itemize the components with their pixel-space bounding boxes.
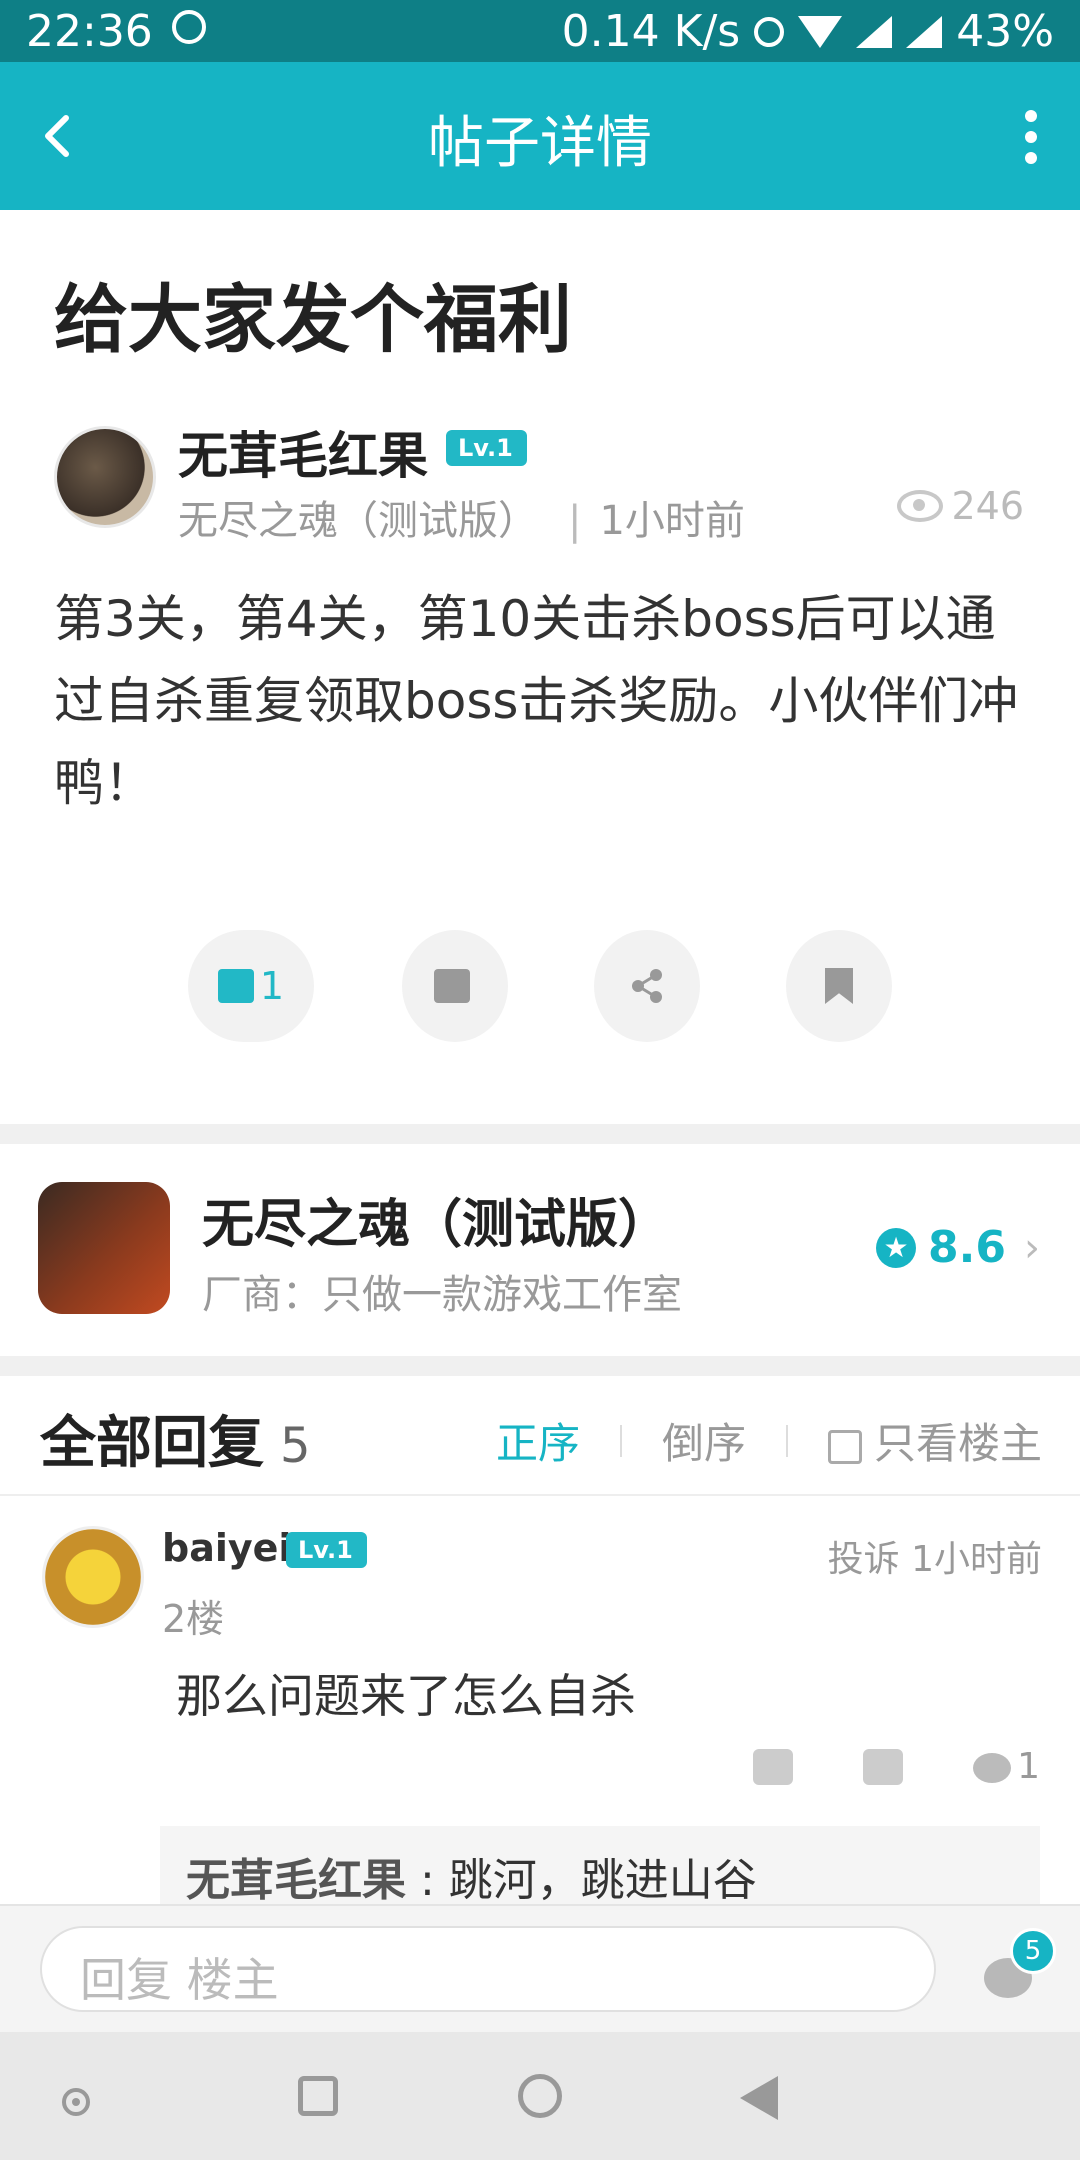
thumbs-up-icon bbox=[217, 969, 254, 1003]
section-divider bbox=[0, 1124, 1080, 1144]
game-tag[interactable]: 无尽之魂（测试版） bbox=[178, 498, 538, 544]
more-options-icon[interactable] bbox=[1024, 110, 1038, 173]
wifi-icon bbox=[798, 15, 843, 48]
like-button[interactable]: 1 bbox=[188, 930, 314, 1042]
reply-avatar[interactable] bbox=[42, 1526, 144, 1628]
section-divider bbox=[0, 1356, 1080, 1376]
app-bar: 帖子详情 bbox=[0, 62, 1080, 210]
comment-icon bbox=[973, 1753, 1012, 1783]
reply-floor: 2楼 bbox=[162, 1597, 225, 1641]
game-vendor: 厂商：只做一款游戏工作室 bbox=[202, 1272, 682, 1318]
game-icon[interactable] bbox=[38, 1182, 170, 1314]
eye-icon bbox=[897, 490, 944, 522]
level-badge: Lv.1 bbox=[286, 1532, 367, 1568]
divider bbox=[619, 1424, 622, 1457]
level-badge: Lv.1 bbox=[446, 430, 527, 466]
sort-desc-button[interactable]: 倒序 bbox=[662, 1410, 746, 1471]
post-time: 1小时前 bbox=[599, 498, 745, 544]
share-button[interactable] bbox=[594, 930, 700, 1042]
only-op-toggle[interactable]: 只看楼主 bbox=[827, 1410, 1042, 1471]
status-bar: 22:36 0.14 K/s 43% bbox=[0, 0, 1080, 62]
reply-count-badge: 5 bbox=[1010, 1928, 1056, 1974]
post-meta: 无尽之魂（测试版） | 1小时前 bbox=[178, 498, 745, 544]
post-title: 给大家发个福利 bbox=[54, 277, 572, 363]
reply-text: 那么问题来了怎么自杀 bbox=[176, 1669, 636, 1723]
divider bbox=[785, 1424, 788, 1457]
reply-meta: 投诉 1小时前 bbox=[828, 1530, 1042, 1582]
reply-input[interactable]: 回复 楼主 bbox=[40, 1926, 936, 2012]
dislike-button[interactable] bbox=[402, 930, 508, 1042]
reply-author[interactable]: baiyeil bbox=[162, 1526, 304, 1570]
reply-time: 1小时前 bbox=[911, 1539, 1042, 1580]
sub-reply-author[interactable]: 无茸毛红果 bbox=[186, 1855, 406, 1906]
alarm-icon bbox=[754, 16, 785, 47]
game-rating[interactable]: ★ 8.6 › bbox=[876, 1222, 1040, 1273]
page-title: 帖子详情 bbox=[428, 111, 652, 176]
checkbox-icon[interactable] bbox=[827, 1429, 862, 1464]
post-content: 第3关，第4关，第10关击杀boss后可以通过自杀重复领取boss击杀奖励。小伙… bbox=[54, 590, 1019, 812]
thumbs-up-icon[interactable] bbox=[753, 1748, 794, 1785]
thumbs-down-icon[interactable] bbox=[863, 1748, 904, 1785]
author-name[interactable]: 无茸毛红果 bbox=[178, 416, 428, 488]
sub-reply[interactable]: 无茸毛红果 : 跳河，跳进山谷 bbox=[160, 1826, 1040, 1906]
sub-reply-text: 跳河，跳进山谷 bbox=[448, 1855, 757, 1906]
thumbs-down-icon bbox=[434, 969, 470, 1003]
like-count: 1 bbox=[259, 964, 285, 1008]
star-icon: ★ bbox=[876, 1227, 917, 1268]
chevron-right-icon: › bbox=[1024, 1224, 1040, 1271]
sort-asc-button[interactable]: 正序 bbox=[496, 1410, 580, 1471]
replies-title: 全部回复 bbox=[40, 1411, 264, 1476]
only-op-label: 只看楼主 bbox=[873, 1419, 1042, 1468]
replies-count: 5 bbox=[280, 1418, 311, 1474]
system-nav-bar bbox=[0, 2032, 1080, 2160]
replies-header: 全部回复 5 bbox=[40, 1398, 311, 1479]
report-link[interactable]: 投诉 bbox=[828, 1539, 900, 1580]
signal-icon bbox=[856, 15, 893, 48]
status-right: 0.14 K/s 43% bbox=[562, 6, 1054, 57]
signal-icon bbox=[906, 15, 943, 48]
comment-button[interactable]: 1 bbox=[973, 1746, 1040, 1787]
view-count: 246 bbox=[897, 484, 1024, 528]
rating-value: 8.6 bbox=[928, 1222, 1006, 1273]
home-icon[interactable] bbox=[518, 2074, 562, 2118]
battery-level: 43% bbox=[956, 6, 1054, 57]
recents-icon[interactable] bbox=[298, 2076, 338, 2116]
share-icon bbox=[632, 969, 662, 1003]
comment-count: 1 bbox=[1017, 1746, 1040, 1787]
author-avatar[interactable] bbox=[54, 426, 156, 528]
view-number: 246 bbox=[951, 484, 1024, 528]
header-divider bbox=[0, 1494, 1080, 1496]
reply-actions: 1 bbox=[753, 1746, 1040, 1787]
game-name[interactable]: 无尽之魂（测试版） bbox=[202, 1182, 670, 1257]
status-time: 22:36 bbox=[26, 6, 153, 57]
favorite-button[interactable] bbox=[786, 930, 892, 1042]
reply-input-bar: 回复 楼主 5 bbox=[0, 1904, 1080, 2034]
assistant-icon[interactable] bbox=[62, 2088, 90, 2116]
net-speed: 0.14 K/s bbox=[561, 6, 741, 57]
bookmark-icon bbox=[825, 968, 853, 1004]
sort-controls: 正序 倒序 只看楼主 bbox=[496, 1410, 1042, 1471]
back-icon[interactable] bbox=[740, 2076, 778, 2120]
alarm-icon bbox=[172, 10, 206, 44]
